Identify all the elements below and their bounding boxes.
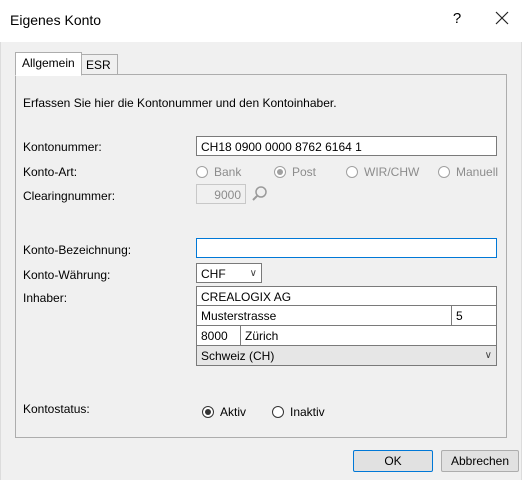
close-button[interactable]: [490, 7, 514, 30]
inhaber-plz-input[interactable]: 8000: [196, 326, 241, 346]
radio-bank-label: Bank: [214, 165, 242, 179]
radio-aktiv[interactable]: Aktiv: [202, 405, 246, 419]
window-title: Eigenes Konto: [10, 12, 102, 28]
radio-wir[interactable]: WIR/CHW: [346, 165, 419, 179]
chevron-down-icon: ∨: [484, 350, 492, 361]
help-button[interactable]: ?: [447, 10, 467, 27]
radio-inaktiv[interactable]: Inaktiv: [272, 405, 325, 419]
intro-text: Erfassen Sie hier die Kontonummer und de…: [23, 96, 337, 110]
status-label: Kontostatus:: [23, 402, 90, 416]
magnifier-icon[interactable]: [251, 185, 269, 206]
clearing-input[interactable]: 9000: [196, 184, 246, 204]
kontoart-label: Konto-Art:: [23, 165, 78, 179]
clearing-label: Clearingnummer:: [23, 189, 116, 203]
radio-post[interactable]: Post: [274, 165, 316, 179]
radio-aktiv-circle: [202, 406, 214, 418]
ok-button[interactable]: OK: [353, 450, 433, 472]
radio-wir-label: WIR/CHW: [364, 165, 420, 179]
title-bar: Eigenes Konto ?: [0, 0, 522, 42]
close-icon: [495, 11, 509, 25]
cancel-button[interactable]: Abbrechen: [441, 450, 519, 472]
chevron-down-icon: ∨: [249, 268, 257, 279]
kontonummer-input[interactable]: CH18 0900 0000 8762 6164 1: [196, 136, 497, 156]
radio-manuell-circle: [438, 166, 450, 178]
inhaber-hausnr-input[interactable]: 5: [451, 306, 497, 326]
radio-manuell[interactable]: Manuell: [438, 165, 498, 179]
inhaber-land-value: Schweiz (CH): [201, 349, 275, 363]
bezeichnung-input[interactable]: [196, 238, 497, 258]
radio-post-label: Post: [292, 165, 317, 179]
radio-bank-circle: [196, 166, 208, 178]
kontonummer-label: Kontonummer:: [23, 140, 102, 154]
radio-manuell-label: Manuell: [456, 165, 499, 179]
radio-aktiv-label: Aktiv: [220, 405, 247, 419]
radio-inaktiv-circle: [272, 406, 284, 418]
inhaber-land-select[interactable]: Schweiz (CH) ∨: [196, 346, 497, 366]
bezeichnung-label: Konto-Bezeichnung:: [23, 243, 132, 257]
radio-inaktiv-label: Inaktiv: [290, 405, 325, 419]
inhaber-label: Inhaber:: [23, 291, 68, 305]
dialog-client: Allgemein ESR Erfassen Sie hier die Kont…: [0, 42, 522, 480]
inhaber-ort-input[interactable]: Zürich: [240, 326, 497, 346]
radio-post-circle: [274, 166, 286, 178]
radio-wir-circle: [346, 166, 358, 178]
tab-allgemein[interactable]: Allgemein: [15, 52, 82, 76]
inhaber-strasse-input[interactable]: Musterstrasse: [196, 306, 452, 326]
waehrung-value: CHF: [201, 267, 226, 281]
radio-bank[interactable]: Bank: [196, 165, 241, 179]
waehrung-label: Konto-Währung:: [23, 268, 111, 282]
waehrung-select[interactable]: CHF ∨: [196, 263, 262, 283]
inhaber-name-input[interactable]: CREALOGIX AG: [196, 286, 497, 306]
tab-panel: Erfassen Sie hier die Kontonummer und de…: [15, 74, 507, 438]
tab-esr[interactable]: ESR: [79, 54, 118, 76]
